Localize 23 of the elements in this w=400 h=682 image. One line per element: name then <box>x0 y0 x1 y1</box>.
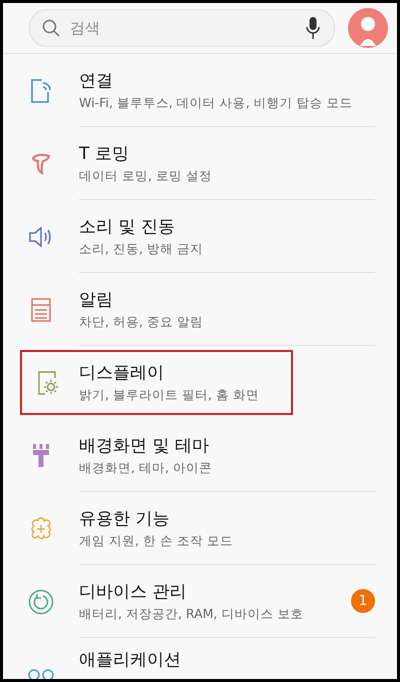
setting-description: 배터리, 저장공간, RAM, 디바이스 보호 <box>79 606 304 622</box>
setting-description: Wi-Fi, 블루투스, 데이터 사용, 비행기 탑승 모드 <box>79 94 353 112</box>
setting-title[interactable]: 소리 및 진동 <box>79 214 175 238</box>
setting-description: 게임 지원, 한 손 조작 모드 <box>79 532 233 550</box>
setting-title[interactable]: 디바이스 관리 <box>79 580 186 602</box>
avatar[interactable] <box>348 8 388 48</box>
setting-description: 차단, 허용, 중요 알림 <box>79 314 203 330</box>
notification-badge: 1 <box>351 589 375 613</box>
setting-title[interactable]: 알림 <box>79 288 113 310</box>
search-input[interactable]: 검색 <box>68 18 298 38</box>
setting-description: 소리, 진동, 방해 금지 <box>79 240 203 258</box>
search-bar[interactable]: 검색 <box>29 9 335 47</box>
setting-title[interactable]: 배경화면 및 테마 <box>79 434 209 456</box>
microphone-icon[interactable] <box>306 17 320 39</box>
setting-title[interactable]: T 로밍 <box>79 142 129 164</box>
setting-description: 배경화면, 테마, 아이콘 <box>79 460 212 476</box>
setting-title[interactable]: 애플리케이션 <box>79 648 181 671</box>
setting-title[interactable]: 유용한 기능 <box>79 506 170 530</box>
setting-description: 데이터 로밍, 로밍 설정 <box>79 168 212 184</box>
setting-title[interactable]: 연결 <box>79 68 113 92</box>
search-icon <box>42 19 60 37</box>
setting-title[interactable]: 디스플레이 <box>79 361 164 384</box>
setting-description: 밝기, 블루라이트 필터, 홈 화면 <box>79 387 259 404</box>
